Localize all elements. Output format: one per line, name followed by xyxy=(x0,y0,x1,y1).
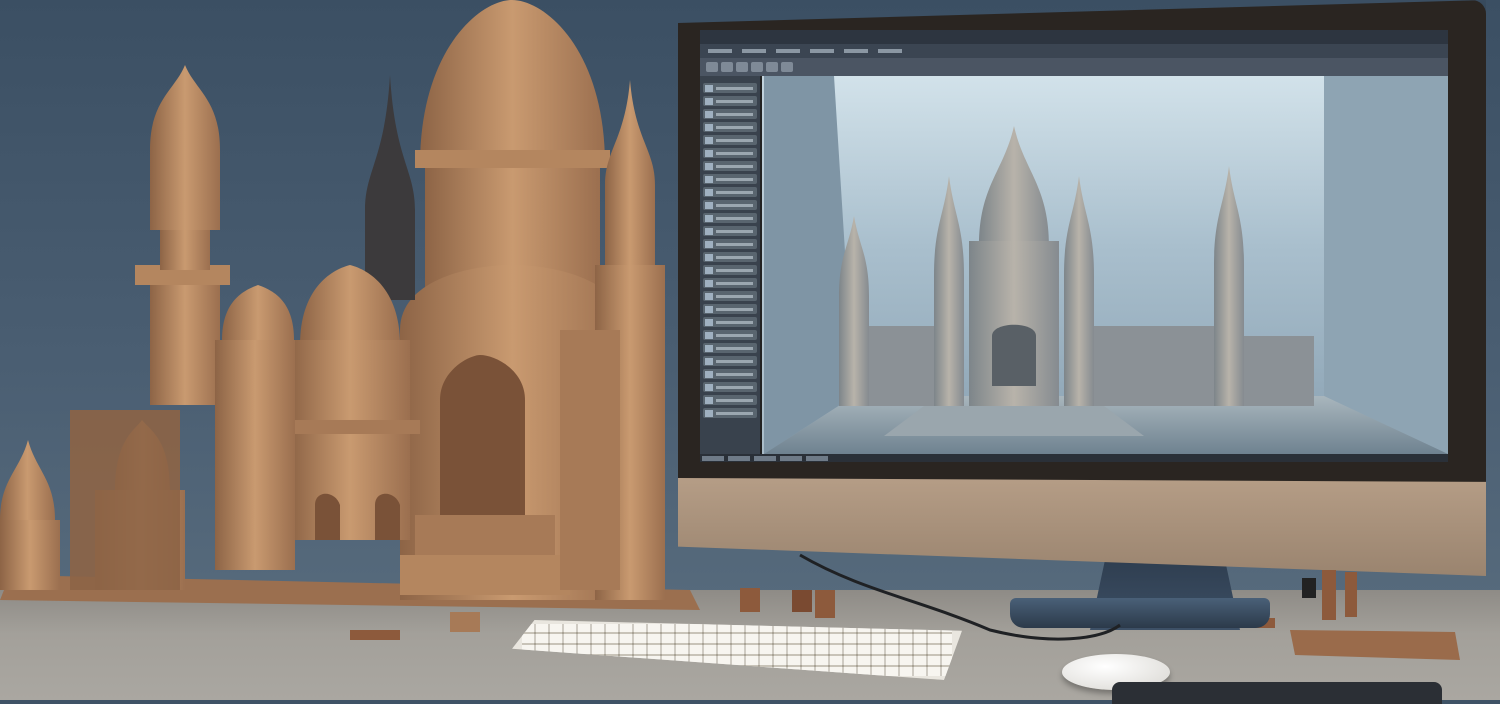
right-clay-pieces xyxy=(1290,570,1460,660)
trackpad[interactable] xyxy=(1112,682,1442,704)
scene xyxy=(0,0,1500,704)
